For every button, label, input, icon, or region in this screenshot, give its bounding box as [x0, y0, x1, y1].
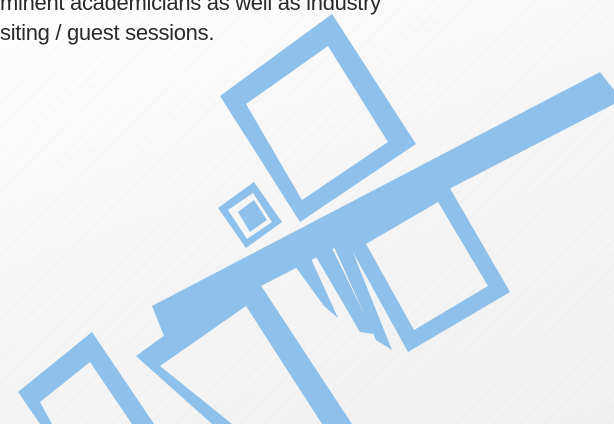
- graphic-shapes: [18, 14, 614, 424]
- geometric-squares-graphic: [18, 14, 614, 424]
- lower-left-square-frame: [18, 332, 154, 424]
